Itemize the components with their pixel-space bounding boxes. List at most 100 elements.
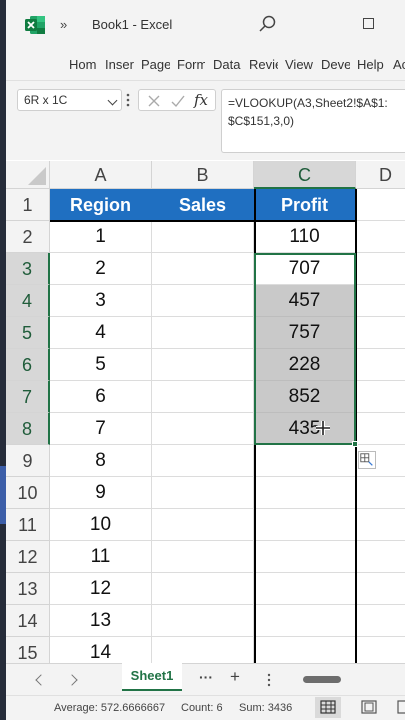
cell-d5[interactable] [356, 317, 405, 349]
page-layout-view-icon[interactable] [361, 700, 377, 714]
cell-b10[interactable] [152, 477, 254, 509]
cell-a1[interactable]: Region [50, 189, 152, 221]
tab-insert[interactable]: Inser [105, 57, 134, 72]
cell-d15[interactable] [356, 637, 405, 663]
cell-a13[interactable]: 12 [50, 573, 152, 605]
cell-b14[interactable] [152, 605, 254, 637]
normal-view-icon[interactable] [320, 700, 336, 714]
cell-c14[interactable] [254, 605, 356, 637]
cell-d4[interactable] [356, 285, 405, 317]
cell-a9[interactable]: 8 [50, 445, 152, 477]
cell-c12[interactable] [254, 541, 356, 573]
cell-d13[interactable] [356, 573, 405, 605]
cell-d6[interactable] [356, 349, 405, 381]
cell-d12[interactable] [356, 541, 405, 573]
check-icon[interactable] [170, 93, 186, 109]
cell-a4[interactable]: 3 [50, 285, 152, 317]
column-header-a[interactable]: A [50, 161, 152, 189]
sheet-tab-sheet1[interactable]: Sheet1 [122, 663, 182, 691]
search-icon[interactable] [257, 14, 277, 34]
insert-function-button[interactable]: fx [194, 91, 208, 109]
spreadsheet-grid[interactable]: A B C D 1 Region Sales Profit 2 1 110 3 2 707 4 3 457 5 4 7… [6, 161, 405, 663]
cell-c1[interactable]: Profit [254, 189, 356, 221]
column-header-c[interactable]: C [254, 161, 356, 189]
column-header-b[interactable]: B [152, 161, 254, 189]
cell-c2[interactable]: 110 [254, 221, 356, 253]
cell-b9[interactable] [152, 445, 254, 477]
tab-acrobat[interactable]: Ac [393, 57, 405, 72]
chevron-right-icon[interactable] [66, 674, 78, 686]
cell-c10[interactable] [254, 477, 356, 509]
row-header-14[interactable]: 14 [6, 605, 50, 637]
cell-a3[interactable]: 2 [50, 253, 152, 285]
cell-a8[interactable]: 7 [50, 413, 152, 445]
more-sheets-button[interactable]: ··· [199, 669, 213, 685]
cell-a12[interactable]: 11 [50, 541, 152, 573]
fill-handle[interactable] [352, 441, 358, 447]
row-header-1[interactable]: 1 [6, 189, 50, 221]
maximize-icon[interactable] [363, 18, 374, 29]
cell-b8[interactable] [152, 413, 254, 445]
tab-data[interactable]: Data [213, 57, 241, 72]
cell-b6[interactable] [152, 349, 254, 381]
cell-c11[interactable] [254, 509, 356, 541]
cell-d2[interactable] [356, 221, 405, 253]
cell-a14[interactable]: 13 [50, 605, 152, 637]
cell-a5[interactable]: 4 [50, 317, 152, 349]
cell-d7[interactable] [356, 381, 405, 413]
cancel-icon[interactable] [146, 93, 162, 109]
cell-b15[interactable] [152, 637, 254, 663]
chevron-left-icon[interactable] [35, 674, 47, 686]
cell-c15[interactable] [254, 637, 356, 663]
row-header-12[interactable]: 12 [6, 541, 50, 573]
add-sheet-button[interactable]: + [230, 667, 240, 687]
cell-d10[interactable] [356, 477, 405, 509]
tab-view[interactable]: View [285, 57, 314, 72]
row-header-13[interactable]: 13 [6, 573, 50, 605]
cell-b5[interactable] [152, 317, 254, 349]
cell-d1[interactable] [356, 189, 405, 221]
page-break-view-icon[interactable] [397, 700, 405, 714]
tab-page-layout[interactable]: Page [141, 57, 170, 72]
row-header-5[interactable]: 5 [6, 317, 50, 349]
formula-input[interactable]: =VLOOKUP(A3,Sheet2!$A$1: $C$151,3,0) [221, 89, 405, 153]
name-box[interactable]: 6R x 1C [17, 89, 122, 111]
cell-a15[interactable]: 14 [50, 637, 152, 663]
horizontal-scrollbar-thumb[interactable] [303, 676, 341, 683]
cell-b11[interactable] [152, 509, 254, 541]
row-header-11[interactable]: 11 [6, 509, 50, 541]
row-header-3[interactable]: 3 [6, 253, 50, 285]
cell-c13[interactable] [254, 573, 356, 605]
select-all-corner[interactable] [6, 161, 50, 189]
row-header-4[interactable]: 4 [6, 285, 50, 317]
more-options-icon[interactable] [126, 92, 130, 108]
cell-b4[interactable] [152, 285, 254, 317]
tab-home[interactable]: Hom [69, 57, 99, 72]
cell-d8[interactable] [356, 413, 405, 445]
row-header-7[interactable]: 7 [6, 381, 50, 413]
cell-a7[interactable]: 6 [50, 381, 152, 413]
cell-b3[interactable] [152, 253, 254, 285]
column-header-d[interactable]: D [356, 161, 405, 189]
tab-options-icon[interactable] [267, 673, 271, 687]
cell-a11[interactable]: 10 [50, 509, 152, 541]
cell-b1[interactable]: Sales [152, 189, 254, 221]
cell-d3[interactable] [356, 253, 405, 285]
row-header-10[interactable]: 10 [6, 477, 50, 509]
row-header-2[interactable]: 2 [6, 221, 50, 253]
cell-a10[interactable]: 9 [50, 477, 152, 509]
cell-b13[interactable] [152, 573, 254, 605]
cell-b2[interactable] [152, 221, 254, 253]
tab-developer[interactable]: Deve [321, 57, 350, 72]
cell-d14[interactable] [356, 605, 405, 637]
row-header-6[interactable]: 6 [6, 349, 50, 381]
tab-help[interactable]: Help [357, 57, 387, 72]
row-header-15[interactable]: 15 [6, 637, 50, 663]
chevron-down-icon[interactable] [107, 95, 118, 106]
tab-review[interactable]: Revie [249, 57, 278, 72]
quick-access-more[interactable]: » [60, 17, 67, 32]
row-header-9[interactable]: 9 [6, 445, 50, 477]
quick-analysis-icon[interactable] [358, 451, 376, 469]
cell-a2[interactable]: 1 [50, 221, 152, 253]
cell-b7[interactable] [152, 381, 254, 413]
